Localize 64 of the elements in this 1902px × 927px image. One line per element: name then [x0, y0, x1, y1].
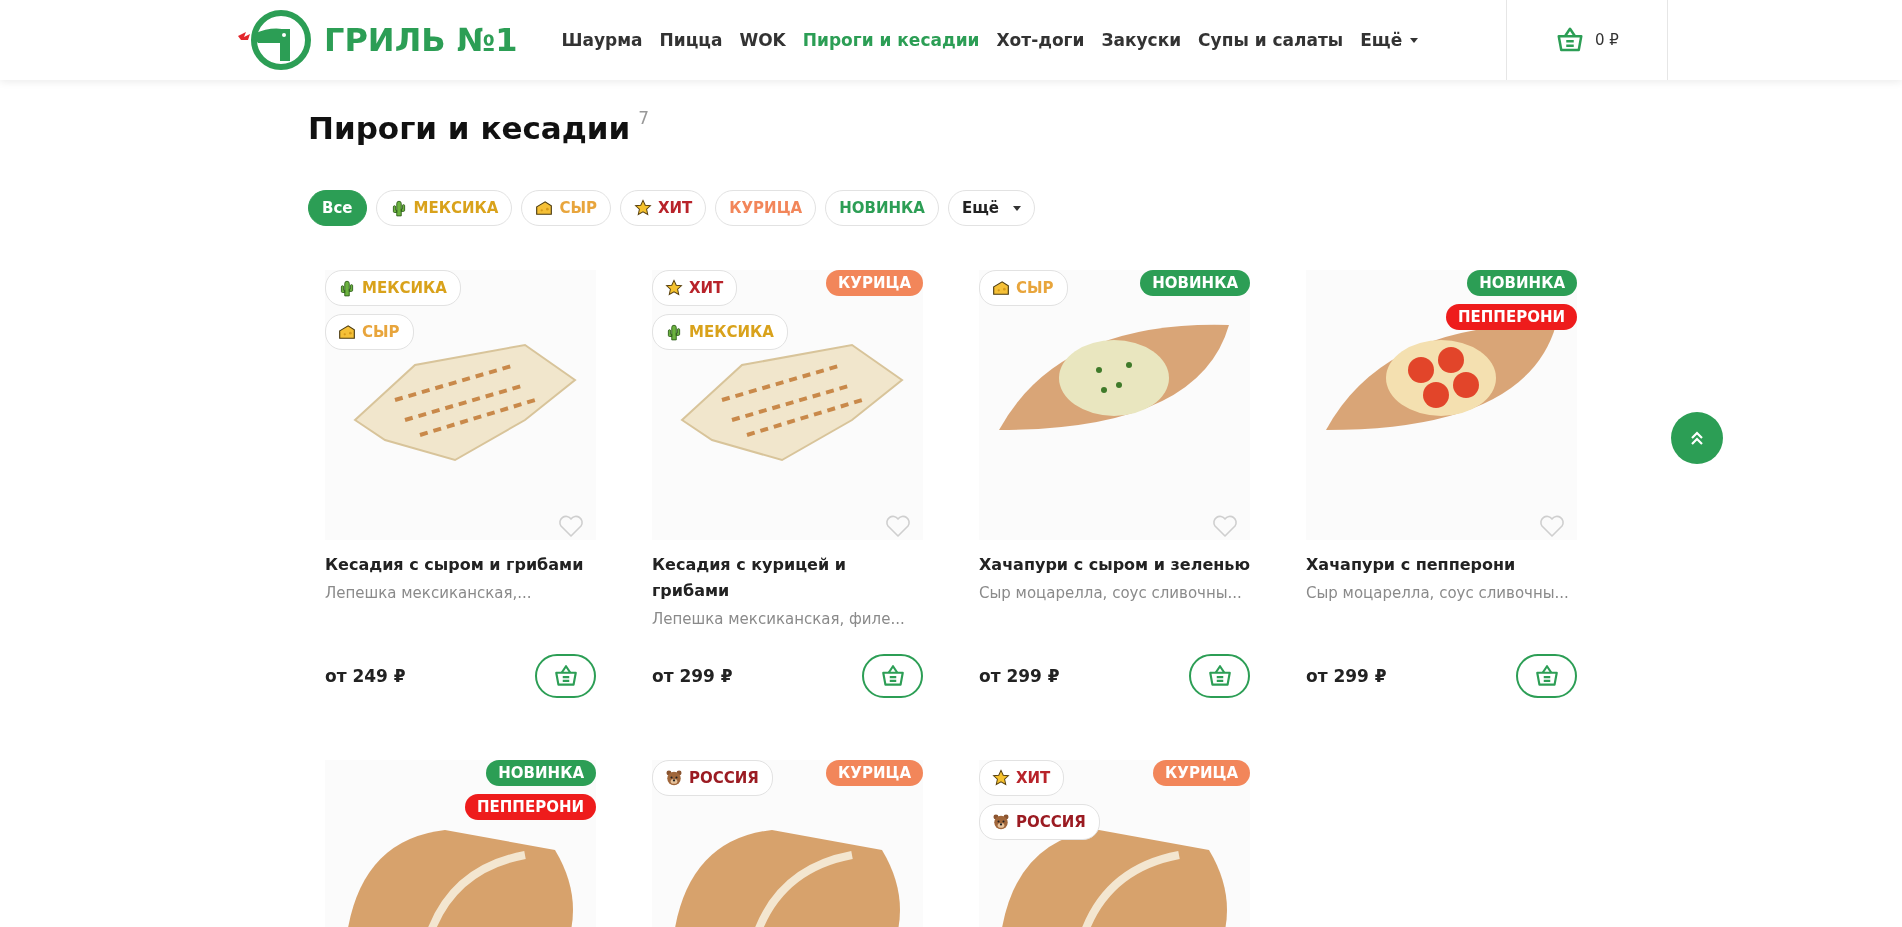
filter-chip[interactable]: Ещё — [947, 190, 1035, 226]
star-icon — [665, 279, 683, 297]
nav-link[interactable]: Закуски — [1101, 30, 1182, 50]
double-chevron-up-icon — [1690, 430, 1704, 446]
basket-icon — [1206, 663, 1233, 689]
caret-icon — [1012, 205, 1021, 211]
tag-badge: ПЕППЕРОНИ — [1446, 304, 1577, 330]
cart-total[interactable]: 0 ₽ — [1595, 31, 1619, 49]
product-description: Лепешка мексиканская,... — [325, 584, 533, 602]
scroll-up-button[interactable] — [1671, 412, 1723, 464]
bear-icon — [992, 813, 1010, 831]
nav-link[interactable]: Хот-доги — [996, 30, 1085, 50]
product-price: от 249 ₽ — [325, 666, 406, 686]
tag-badge: НОВИНКА — [486, 760, 596, 786]
basket-icon — [1533, 663, 1560, 689]
product-name[interactable]: Хачапури с сыром и зеленью — [979, 552, 1250, 578]
basket-icon — [879, 663, 906, 689]
nav-link[interactable]: Супы и салаты — [1198, 30, 1344, 50]
cheese-icon — [535, 199, 554, 217]
product-description: Сыр моцарелла, соус сливочны... — [1306, 584, 1570, 602]
page-title: Пироги и кесадии — [308, 110, 631, 146]
logo-text: ГРИЛЬ №1 — [324, 21, 518, 59]
tag-badge: ПЕППЕРОНИ — [465, 794, 596, 820]
basket-icon — [552, 663, 579, 689]
tag-label: РОССИЯ — [1016, 813, 1086, 831]
tag-badge: НОВИНКА — [1140, 270, 1250, 296]
star-icon — [992, 769, 1010, 787]
tag-badge: КУРИЦА — [826, 760, 923, 786]
add-to-cart-button[interactable] — [862, 654, 923, 698]
cheese-icon — [338, 323, 356, 341]
cactus-icon — [665, 323, 683, 341]
caret-icon — [1410, 37, 1419, 43]
product-name[interactable]: Хачапури с пепперони — [1306, 552, 1577, 578]
tag-label: СЫР — [362, 323, 400, 341]
tag-label: РОССИЯ — [689, 769, 759, 787]
dinosaur-logo-icon — [238, 9, 312, 71]
nav-link[interactable]: Шаурма — [561, 30, 643, 50]
tag-label: ХИТ — [689, 279, 724, 297]
tag-label: СЫР — [1016, 279, 1054, 297]
tag-label: МЕКСИКА — [362, 279, 447, 297]
tag-label: ХИТ — [1016, 769, 1051, 787]
bear-icon — [665, 769, 683, 787]
product-name[interactable]: Кесадия с сыром и грибами — [325, 552, 596, 578]
product-price: от 299 ₽ — [1306, 666, 1387, 686]
product-description: Лепешка мексиканская, филе... — [652, 610, 906, 628]
cactus-icon — [338, 279, 356, 297]
product-price: от 299 ₽ — [652, 666, 733, 686]
product-price: от 299 ₽ — [979, 666, 1060, 686]
tag-badge: КУРИЦА — [1153, 760, 1250, 786]
tag-badge: КУРИЦА — [826, 270, 923, 296]
nav-link[interactable]: Пицца — [659, 30, 723, 50]
add-to-cart-button[interactable] — [535, 654, 596, 698]
star-icon — [633, 199, 652, 217]
add-to-cart-button[interactable] — [1189, 654, 1250, 698]
product-description: Сыр моцарелла, соус сливочны... — [979, 584, 1243, 602]
tag-label: МЕКСИКА — [689, 323, 774, 341]
item-count: 7 — [638, 108, 650, 128]
nav-link[interactable]: Ещё — [1360, 30, 1419, 50]
add-to-cart-button[interactable] — [1516, 654, 1577, 698]
tag-badge: НОВИНКА — [1467, 270, 1577, 296]
cheese-icon — [992, 279, 1010, 297]
filter-chip[interactable]: ХИТ — [619, 190, 707, 226]
product-name[interactable]: Кесадия с курицей и грибами — [652, 552, 923, 604]
nav-link[interactable]: WOK — [739, 30, 786, 50]
